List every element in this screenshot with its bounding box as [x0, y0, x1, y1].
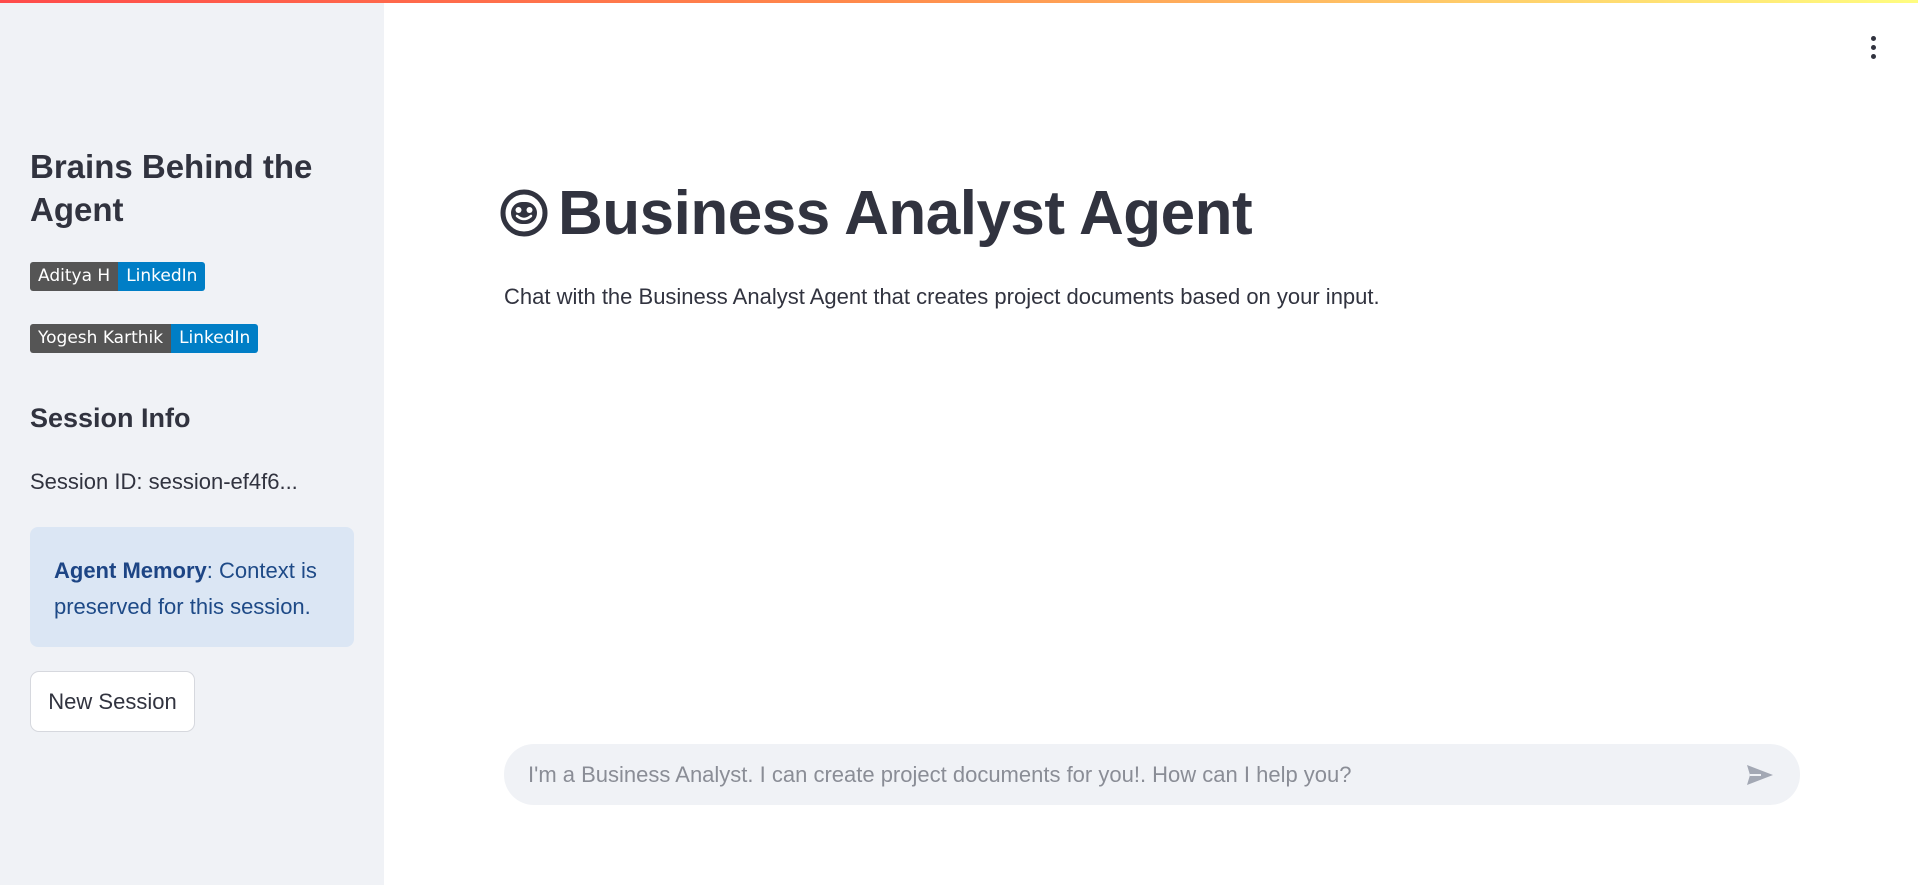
sidebar: Brains Behind the Agent Aditya H LinkedI… [0, 0, 384, 885]
session-info-heading: Session Info [30, 403, 191, 433]
page-subtitle: Chat with the Business Analyst Agent tha… [504, 284, 1380, 309]
info-box-bold-label: Agent Memory [54, 558, 207, 583]
linkedin-badge-aditya[interactable]: Aditya H LinkedIn [30, 262, 206, 291]
top-decoration-bar [0, 0, 1918, 3]
new-session-button[interactable]: New Session [30, 671, 195, 732]
linkedin-badge-yogesh[interactable]: Yogesh Karthik LinkedIn [30, 324, 259, 353]
kebab-menu-icon[interactable] [1858, 32, 1888, 62]
badge-link-label: LinkedIn [118, 262, 206, 291]
send-icon[interactable] [1744, 759, 1776, 791]
agent-memory-info-box: Agent Memory: Context is preserved for t… [30, 527, 354, 647]
badge-name: Aditya H [30, 262, 119, 291]
chat-input[interactable] [528, 761, 1744, 788]
page-title: Business Analyst Agent [558, 178, 1253, 248]
badge-link-label: LinkedIn [171, 324, 259, 353]
robot-face-icon [500, 189, 548, 237]
session-id-text: Session ID: session-ef4f6... [30, 469, 298, 494]
chat-input-bar [504, 744, 1800, 805]
app-window: Brains Behind the Agent Aditya H LinkedI… [0, 0, 1918, 885]
sidebar-title: Brains Behind the Agent [30, 148, 313, 228]
badge-name: Yogesh Karthik [30, 324, 172, 353]
page-title-row: Business Analyst Agent [500, 178, 1253, 248]
